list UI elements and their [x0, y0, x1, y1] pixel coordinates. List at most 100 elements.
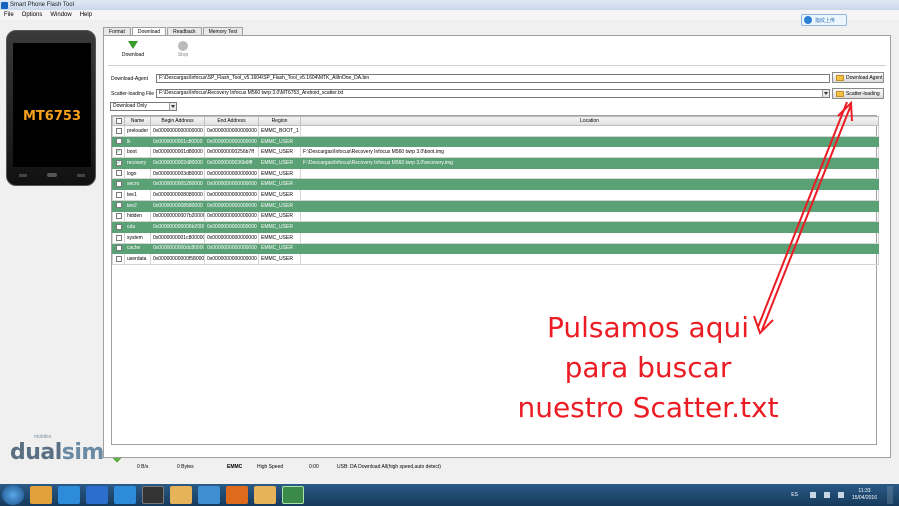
taskbar-media-player-icon[interactable] [58, 486, 80, 504]
tray-clock[interactable]: 11:33 15/04/2016 [852, 488, 877, 502]
row-checkbox[interactable] [115, 223, 122, 230]
table-row[interactable]: secro 0x0000000005280000 0x000000000000000… [112, 178, 879, 191]
empty-cell [205, 286, 259, 297]
row-checkbox-cell [112, 210, 125, 223]
taskbar-phone-tool-icon[interactable] [282, 486, 304, 504]
empty-cell [205, 307, 259, 318]
table-row[interactable]: userdata 0x00000000000f5800000 0x000000000… [112, 253, 879, 265]
row-checkbox[interactable] [115, 138, 122, 145]
row-checkbox[interactable] [115, 234, 122, 241]
stop-label: Stop [177, 52, 189, 58]
cell-begin-address: 0x00000000000f5800000 [150, 253, 205, 265]
row-checkbox[interactable] [115, 202, 122, 209]
logo-word-sim: sim [61, 440, 105, 465]
table-row[interactable]: lk 0x0000000001c80000 0x0000000000000000 EM… [112, 135, 879, 148]
table-row[interactable]: system 0x0000000001c800000 0x0000000000000… [112, 231, 879, 244]
table-row[interactable]: cache 0x0000000000dc800000 0x0000000000000… [112, 242, 879, 255]
table-row[interactable]: hidden 0x00000000007b20000 0x0000000000000… [112, 210, 879, 223]
row-checkbox[interactable] [115, 127, 122, 134]
empty-cell [125, 264, 151, 275]
empty-cell [151, 297, 205, 308]
empty-cell [151, 329, 205, 340]
download-agent-field[interactable]: F:\Descargas\Infocus\SP_Flash_Tool_v5.16… [156, 74, 830, 83]
table-row[interactable]: ✓ recovery 0x0000000002d80000 0x00000000036… [112, 157, 879, 169]
empty-cell [205, 264, 259, 275]
taskbar-folder-icon[interactable] [170, 486, 192, 504]
toolbar-divider [108, 65, 886, 66]
row-checkbox-cell [112, 231, 125, 244]
system-tray: ES 11:33 15/04/2016 [791, 486, 893, 504]
taskbar-chrome-icon[interactable] [86, 486, 108, 504]
empty-cell [205, 297, 259, 308]
scatter-loading-button[interactable]: Scatter-loading [832, 88, 884, 99]
cell-location [300, 125, 879, 137]
download-button[interactable]: Download [116, 41, 150, 58]
cell-region: EMMC_USER [258, 221, 301, 233]
row-checkbox[interactable] [115, 245, 122, 252]
row-checkbox[interactable]: ✓ [115, 159, 122, 166]
empty-cell [205, 318, 259, 329]
cell-begin-address: 0x0000000008580000 [150, 199, 205, 212]
row-checkbox[interactable]: ✓ [115, 149, 122, 156]
cell-begin-address: 0x0000000001d80000 [150, 146, 205, 159]
download-agent-button[interactable]: Download Agent [832, 72, 884, 83]
empty-cell [259, 382, 301, 393]
row-checkbox[interactable] [115, 213, 122, 220]
window-title: Smart Phone Flash Tool [10, 2, 74, 8]
cell-location [300, 178, 879, 191]
scatter-field[interactable]: F:\Descargas\Infocus\Recovery Infocus M5… [156, 89, 830, 98]
show-desktop-button[interactable] [887, 486, 893, 504]
taskbar-mi-icon[interactable] [226, 486, 248, 504]
upgrade-button[interactable]: 指纹上传 [801, 14, 847, 26]
start-button[interactable] [2, 485, 24, 505]
taskbar-ie-icon[interactable] [114, 486, 136, 504]
phone-menu-key [77, 174, 85, 177]
stop-button[interactable]: Stop [166, 41, 200, 58]
table-row[interactable]: ✓ boot 0x0000000001d80000 0x000000000256b7f… [112, 146, 879, 159]
table-row[interactable]: tee1 0x0000000008080000 0x0000000000000000… [112, 189, 879, 201]
taskbar-flash-tool-icon[interactable] [198, 486, 220, 504]
row-checkbox[interactable] [115, 181, 122, 188]
taskbar-notes-icon[interactable] [254, 486, 276, 504]
folder-icon [836, 74, 844, 81]
table-row[interactable]: logo 0x0000000003d80000 0x0000000000000000… [112, 167, 879, 180]
download-mode-select[interactable]: Download Only [110, 102, 177, 111]
empty-cell [259, 318, 301, 329]
table-row[interactable]: cda 0x000000000006b20000 0x000000000000000… [112, 221, 879, 233]
row-checkbox[interactable] [115, 191, 122, 198]
row-checkbox[interactable] [115, 170, 122, 177]
table-row[interactable]: preloader 0x0000000000000000 0x00000000000… [112, 125, 879, 137]
logo-word: dualsim [10, 440, 104, 465]
cell-location [300, 135, 879, 148]
taskbar-explorer-icon[interactable] [30, 486, 52, 504]
scatter-dropdown-arrow-icon[interactable] [822, 90, 829, 97]
empty-cell [301, 264, 879, 275]
table-row[interactable]: tee2 0x0000000008580000 0x0000000000000000… [112, 199, 879, 212]
flag-icon[interactable] [809, 492, 816, 498]
network-icon[interactable] [823, 492, 830, 498]
phone-back-key [19, 174, 27, 177]
empty-row [113, 297, 879, 308]
language-indicator[interactable]: ES [791, 492, 798, 498]
logo-sub: mobiles [34, 434, 52, 440]
taskbar-cmd-icon[interactable] [142, 486, 164, 504]
menu-help[interactable]: Help [80, 12, 92, 18]
folder-icon [836, 90, 844, 97]
select-all-header[interactable] [112, 116, 125, 126]
empty-cell [125, 414, 151, 425]
stop-icon [178, 41, 188, 51]
row-checkbox[interactable] [115, 255, 122, 262]
download-label: Download [121, 52, 145, 58]
cell-end-address: 0x0000000000000000 [204, 242, 259, 255]
empty-cell [205, 329, 259, 340]
empty-cell [205, 371, 259, 382]
volume-icon[interactable] [837, 492, 844, 498]
select-all-checkbox[interactable] [115, 117, 122, 124]
menu-options[interactable]: Options [22, 12, 43, 18]
menu-file[interactable]: File [4, 12, 14, 18]
empty-cell [151, 339, 205, 350]
row-checkbox-cell [112, 135, 125, 148]
empty-cell [125, 275, 151, 286]
menu-window[interactable]: Window [50, 12, 71, 18]
scatter-value: F:\Descargas\Infocus\Recovery Infocus M5… [159, 90, 344, 96]
